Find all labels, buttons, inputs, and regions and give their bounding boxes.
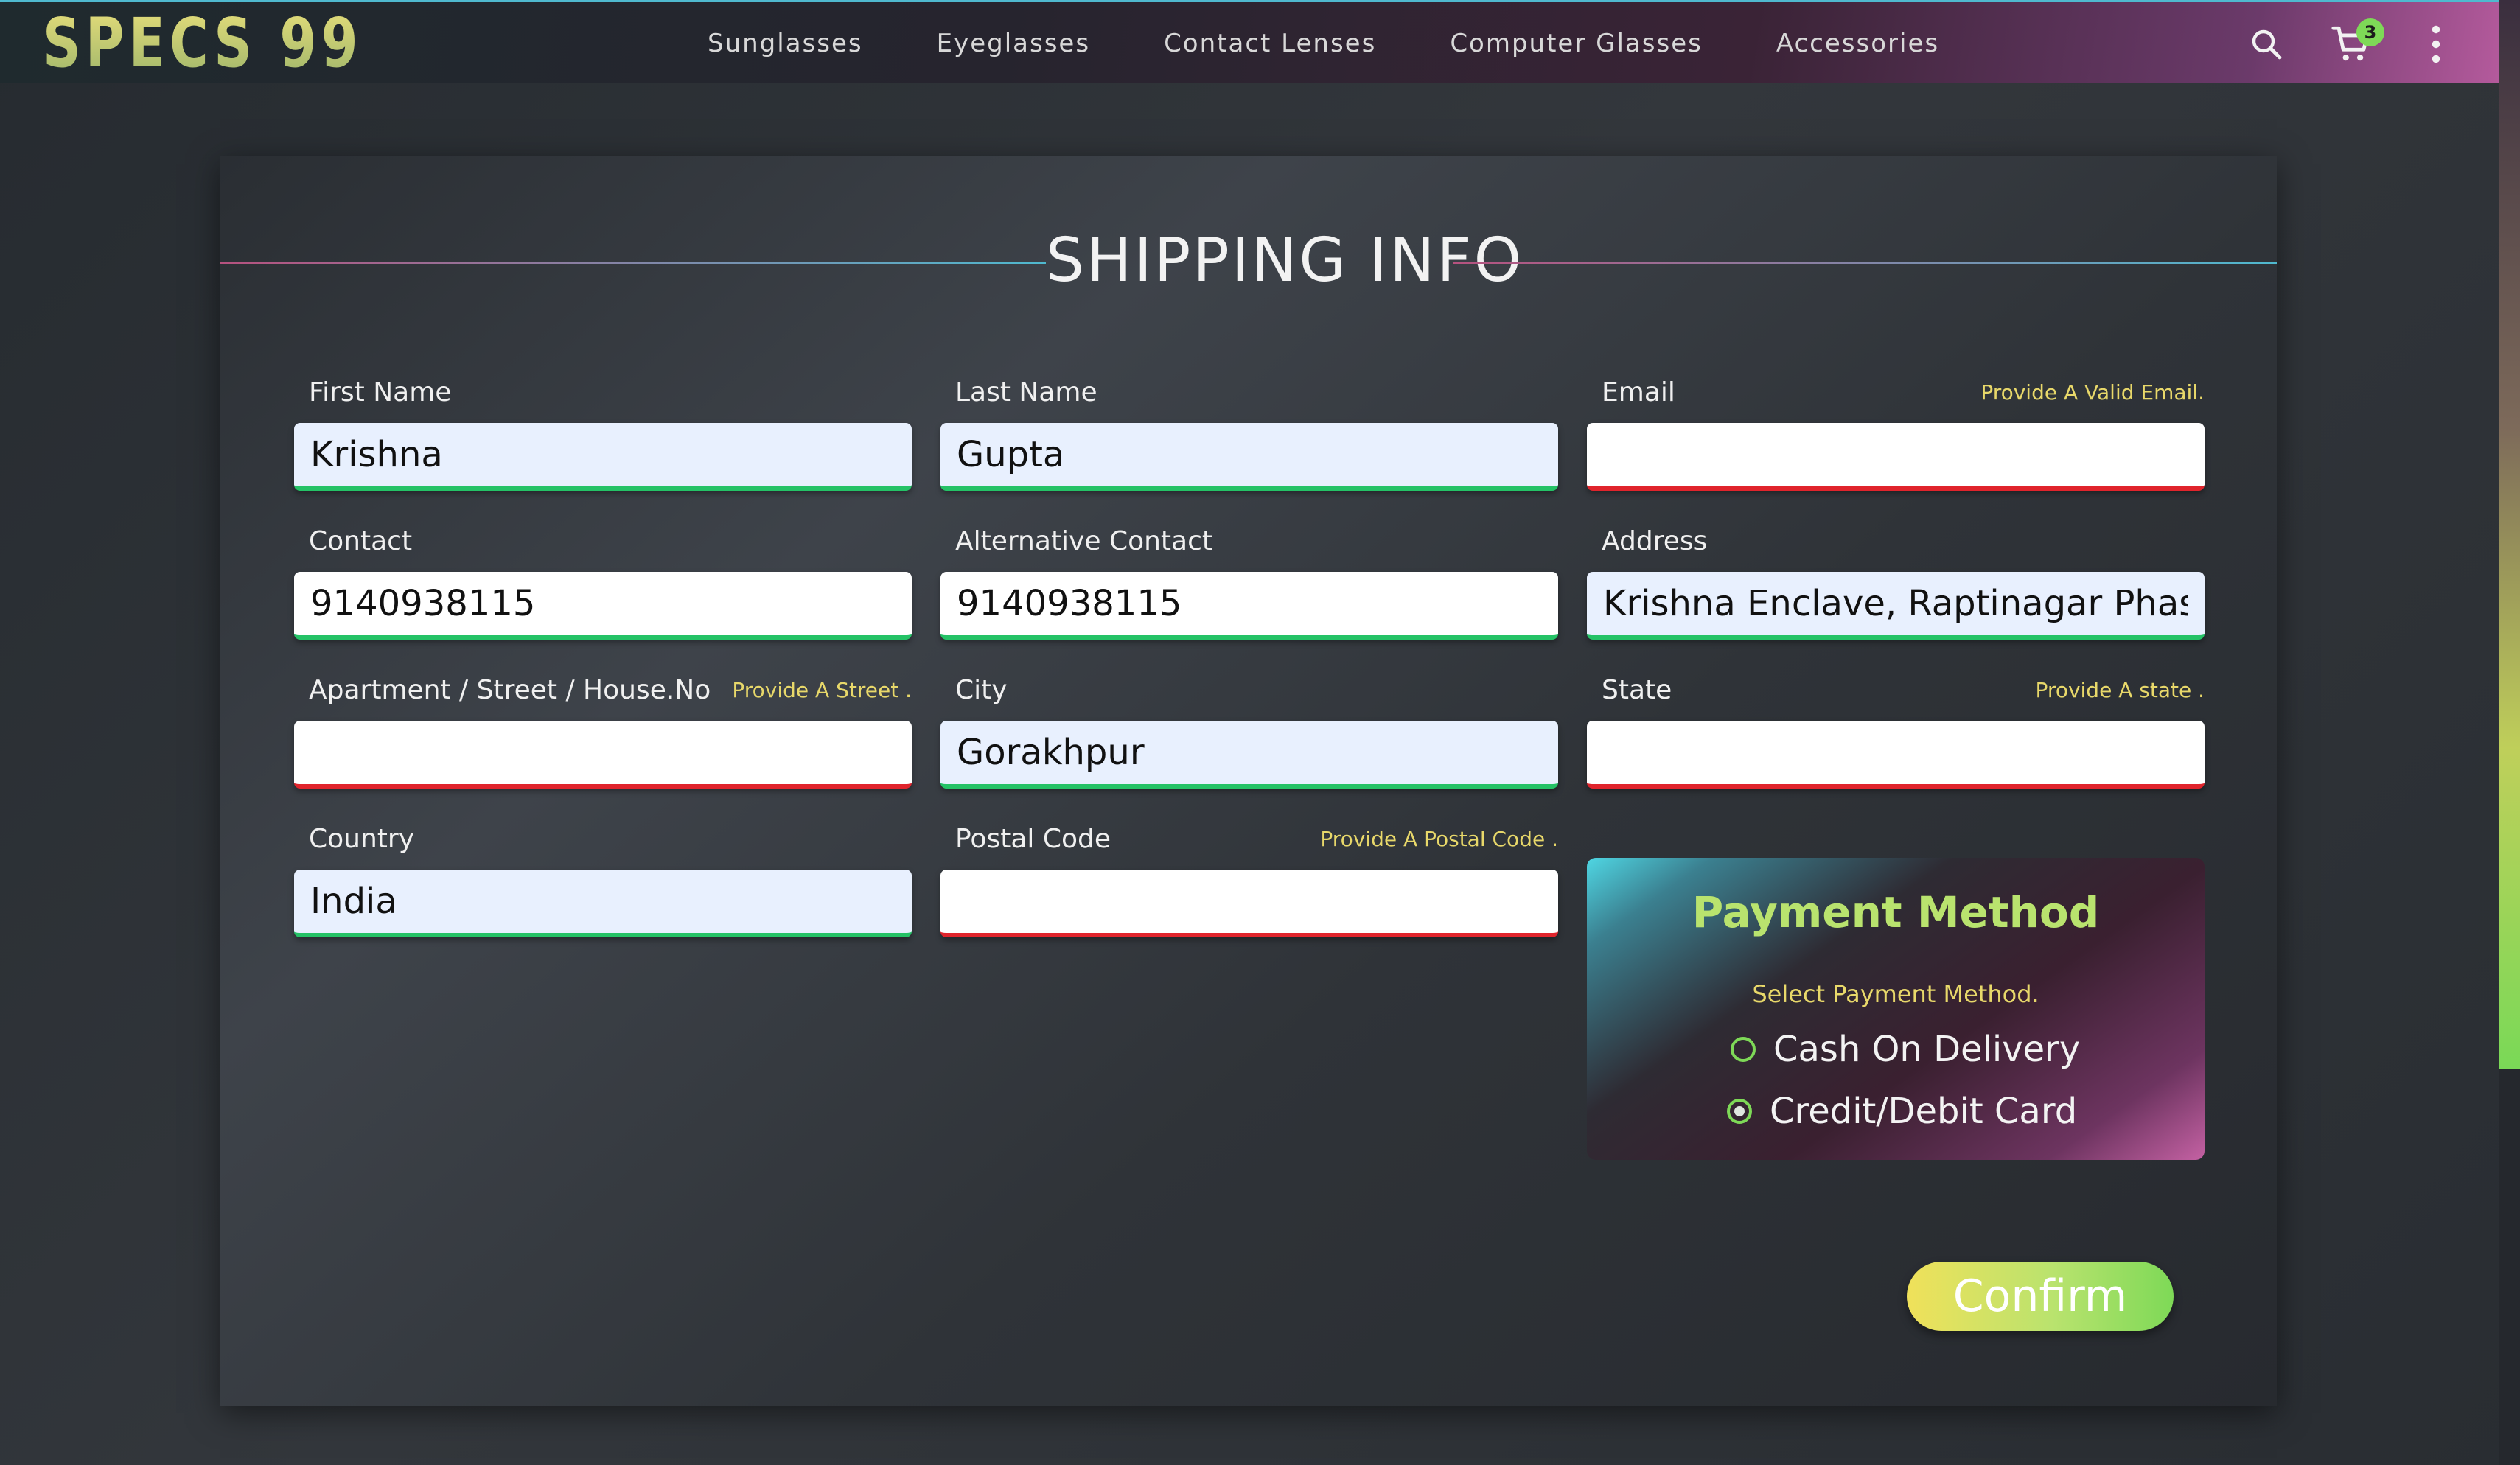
- country-field: Country: [294, 817, 912, 937]
- street-field: Apartment / Street / House.No Provide A …: [294, 668, 912, 789]
- cart-count-badge: 3: [2356, 18, 2384, 46]
- payment-method-subtitle: Select Payment Method.: [1752, 980, 2039, 1008]
- city-input[interactable]: [940, 721, 1558, 789]
- street-input[interactable]: [294, 721, 912, 789]
- email-validation-hint: Provide A Valid Email.: [1980, 380, 2205, 405]
- street-validation-hint: Provide A Street .: [732, 677, 912, 702]
- postal-code-field: Postal Code Provide A Postal Code .: [940, 817, 1558, 937]
- top-navbar: SPECS 99 Sunglasses Eyeglasses Contact L…: [0, 0, 2499, 83]
- address-label: Address: [1602, 525, 1708, 556]
- city-label: City: [955, 674, 1008, 705]
- nav-link-accessories[interactable]: Accessories: [1776, 29, 1939, 58]
- last-name-input[interactable]: [940, 423, 1558, 491]
- payment-method-title: Payment Method: [1692, 887, 2100, 937]
- alt-contact-label: Alternative Contact: [955, 525, 1213, 556]
- email-field: Email Provide A Valid Email.: [1587, 370, 2205, 491]
- payment-option-card[interactable]: Credit/Debit Card: [1727, 1091, 2077, 1132]
- contact-label: Contact: [309, 525, 413, 556]
- address-input[interactable]: [1587, 572, 2205, 640]
- nav-link-contact-lenses[interactable]: Contact Lenses: [1164, 29, 1376, 58]
- country-label: Country: [309, 823, 415, 854]
- radio-cod[interactable]: [1731, 1037, 1756, 1062]
- title-divider-right: [1453, 262, 2277, 264]
- shipping-card: SHIPPING INFO First Name Last Name Email…: [220, 156, 2277, 1406]
- postal-code-validation-hint: Provide A Postal Code .: [1320, 826, 1558, 851]
- contact-field: Contact: [294, 519, 912, 640]
- title-row: SHIPPING INFO: [220, 156, 2277, 355]
- country-input[interactable]: [294, 870, 912, 937]
- cart-button[interactable]: 3: [2325, 18, 2384, 70]
- city-field: City: [940, 668, 1558, 789]
- payment-option-cod[interactable]: Cash On Delivery: [1731, 1029, 2080, 1070]
- email-input[interactable]: [1587, 423, 2205, 491]
- nav-link-computer-glasses[interactable]: Computer Glasses: [1450, 29, 1703, 58]
- first-name-input[interactable]: [294, 423, 912, 491]
- scrollbar-track[interactable]: [2499, 1069, 2520, 1465]
- nav-link-sunglasses[interactable]: Sunglasses: [708, 29, 863, 58]
- postal-code-input[interactable]: [940, 870, 1558, 937]
- more-vertical-icon: [2432, 25, 2440, 63]
- street-label: Apartment / Street / House.No: [309, 674, 711, 705]
- more-options-button[interactable]: [2410, 18, 2462, 70]
- brand-logo[interactable]: SPECS 99: [43, 7, 363, 80]
- state-validation-hint: Provide A state .: [2035, 677, 2205, 702]
- scrollbar-thumb[interactable]: [2499, 0, 2520, 1069]
- address-field: Address: [1587, 519, 2205, 640]
- state-field: State Provide A state .: [1587, 668, 2205, 789]
- page-title: SHIPPING INFO: [1046, 225, 1524, 296]
- state-label: State: [1602, 674, 1672, 705]
- first-name-label: First Name: [309, 377, 452, 408]
- title-divider-left: [220, 262, 1046, 264]
- confirm-button[interactable]: Confirm: [1907, 1262, 2174, 1331]
- last-name-label: Last Name: [955, 377, 1097, 408]
- search-button[interactable]: [2241, 18, 2292, 70]
- last-name-field: Last Name: [940, 370, 1558, 491]
- state-input[interactable]: [1587, 721, 2205, 789]
- radio-card[interactable]: [1727, 1099, 1752, 1124]
- main-nav: Sunglasses Eyeglasses Contact Lenses Com…: [708, 2, 2013, 85]
- contact-input[interactable]: [294, 572, 912, 640]
- nav-link-eyeglasses[interactable]: Eyeglasses: [937, 29, 1090, 58]
- payment-option-card-label: Credit/Debit Card: [1770, 1091, 2078, 1132]
- payment-method-panel: Payment Method Select Payment Method. Ca…: [1587, 858, 2205, 1160]
- postal-code-label: Postal Code: [955, 823, 1111, 854]
- payment-option-cod-label: Cash On Delivery: [1773, 1029, 2081, 1070]
- alt-contact-field: Alternative Contact: [940, 519, 1558, 640]
- alt-contact-input[interactable]: [940, 572, 1558, 640]
- first-name-field: First Name: [294, 370, 912, 491]
- email-label: Email: [1602, 377, 1675, 408]
- search-icon: [2252, 29, 2282, 60]
